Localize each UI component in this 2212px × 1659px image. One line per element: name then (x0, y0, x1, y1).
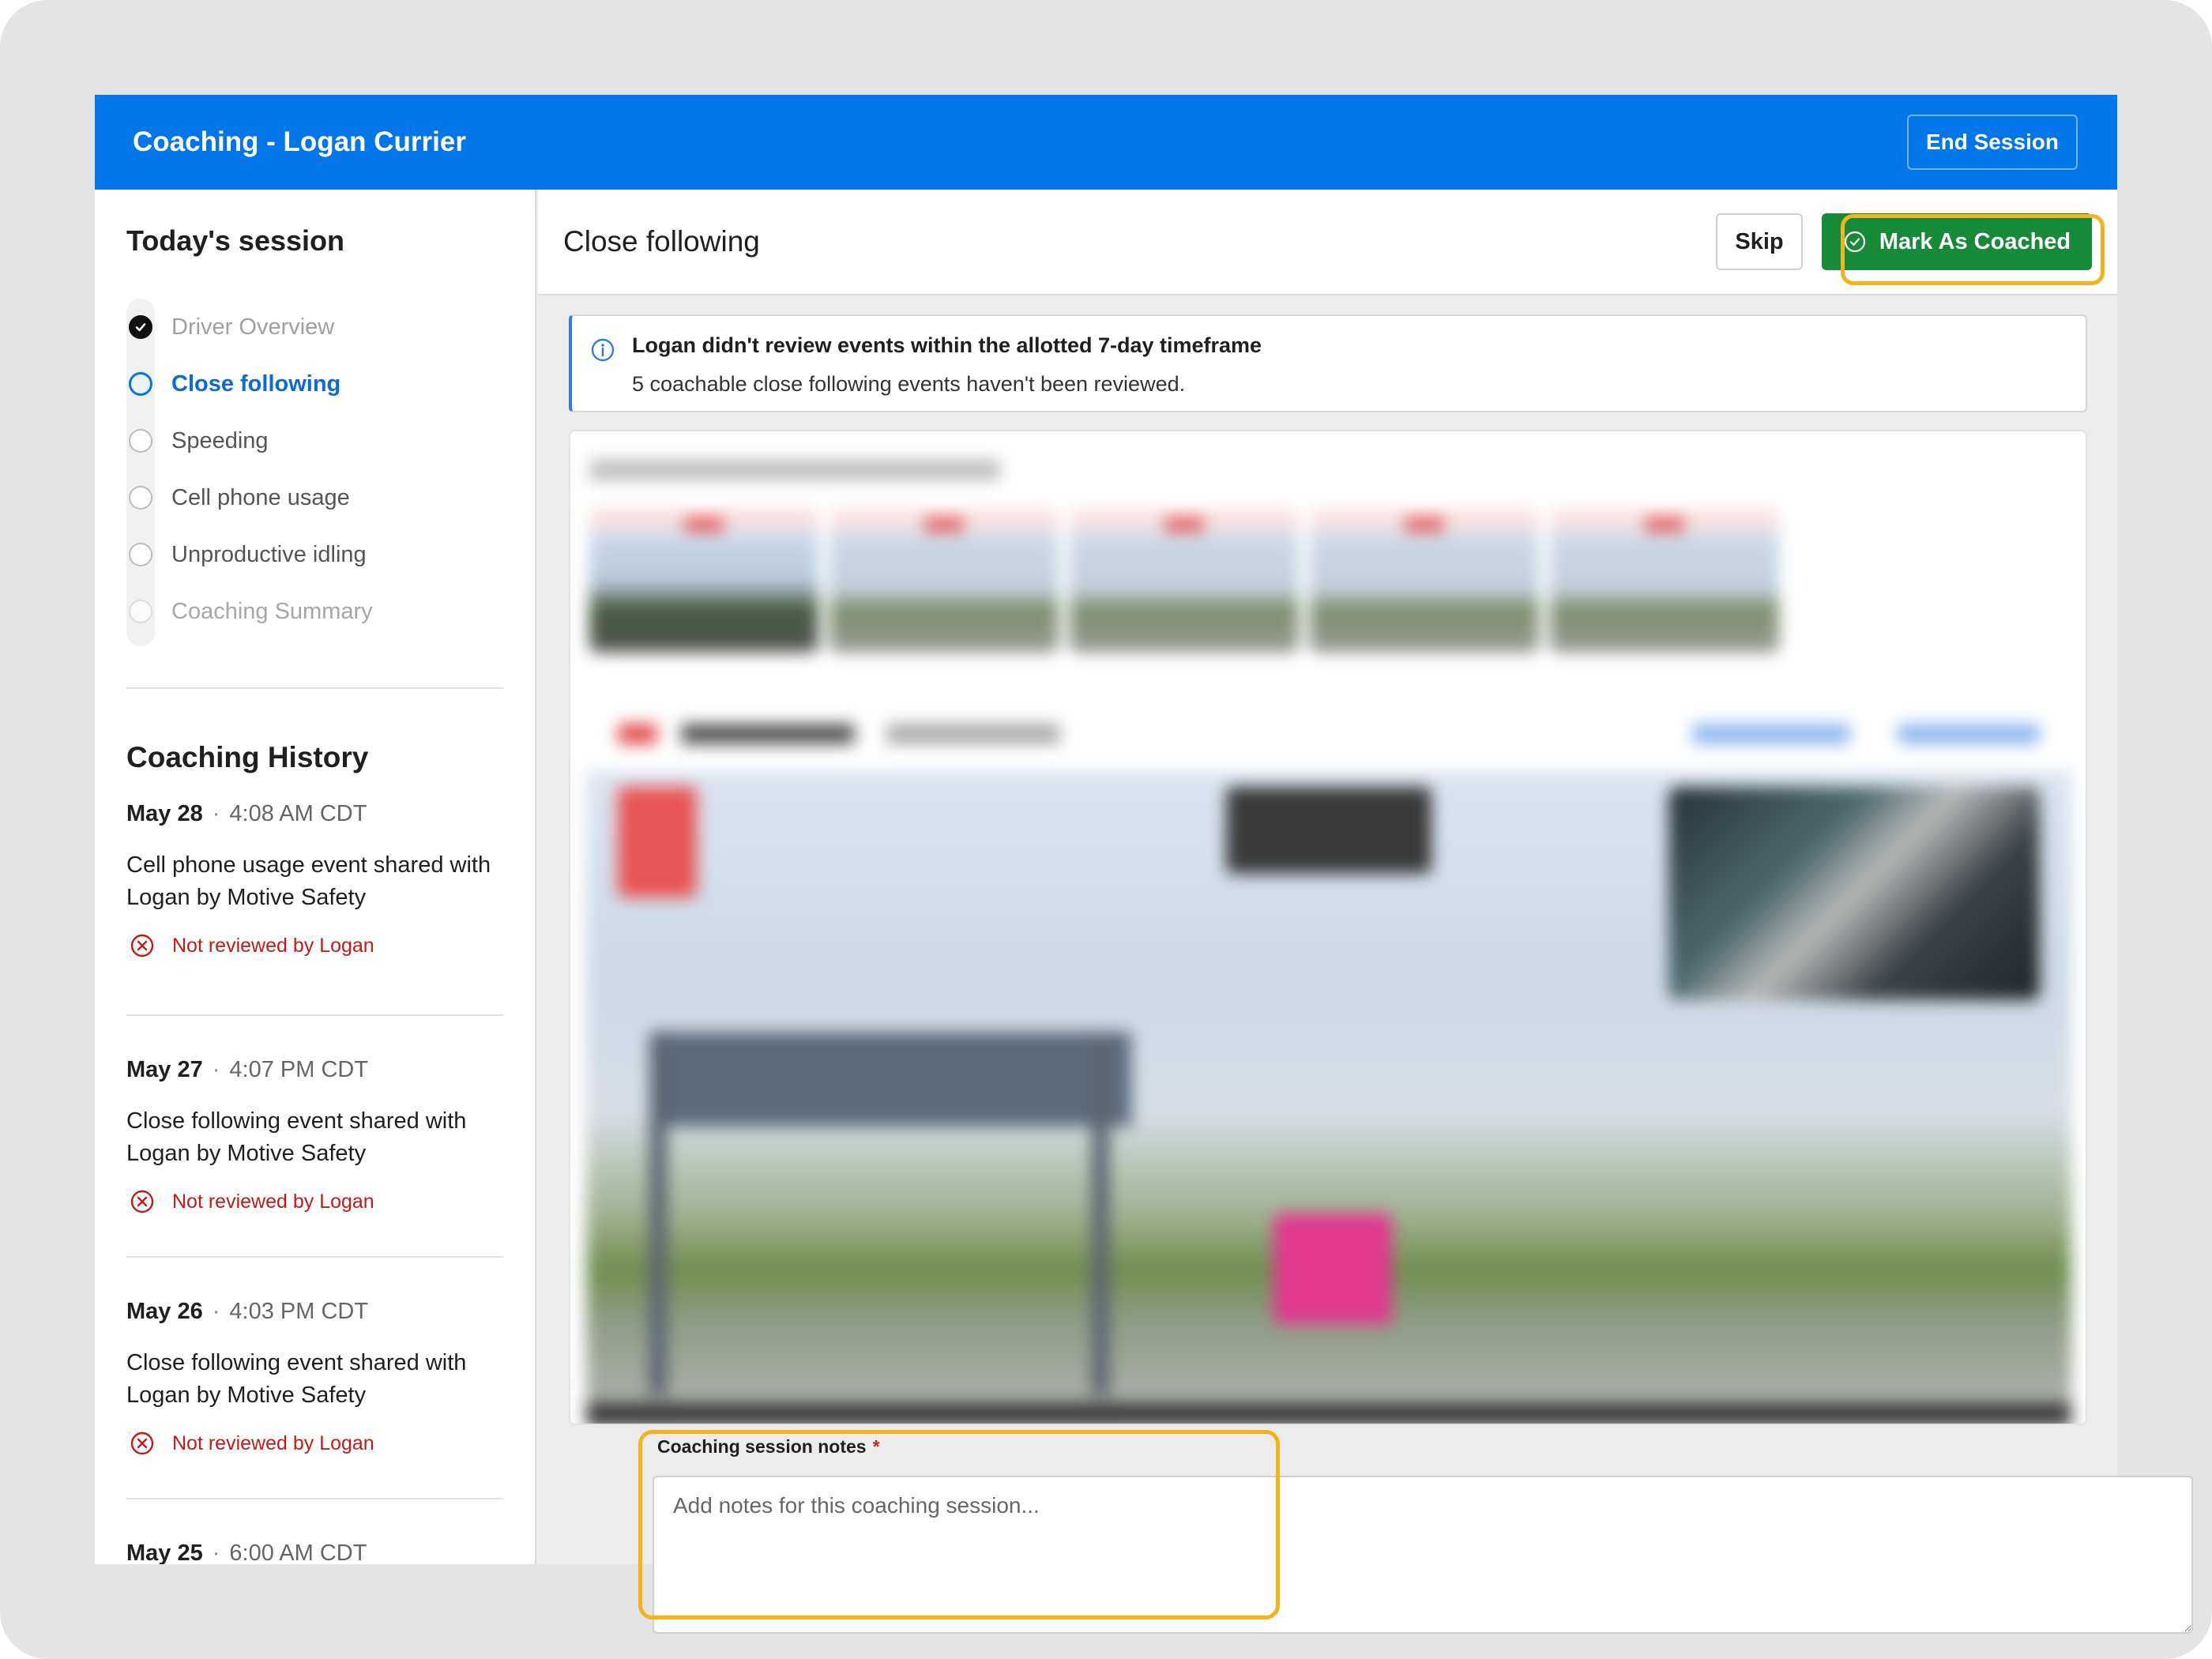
step-unproductive-idling[interactable]: Unproductive idling (126, 526, 503, 583)
review-status: Not reviewed by Logan (126, 1189, 503, 1214)
x-circle-icon (130, 1190, 154, 1213)
history-description: Close following event shared with Logan … (126, 1108, 467, 1166)
video-pole (649, 1032, 667, 1395)
pending-step-icon (129, 543, 152, 566)
step-label: Close following (171, 371, 341, 397)
event-video[interactable] (586, 771, 2071, 1424)
step-close-following[interactable]: Close following (126, 356, 503, 412)
step-label: Coaching Summary (171, 598, 373, 624)
event-thumbnail[interactable] (589, 510, 818, 653)
x-circle-icon (130, 1431, 154, 1455)
history-date: May 25 · 6:00 AM CDT (126, 1540, 367, 1564)
alert-title: Logan didn't review events within the al… (632, 333, 1262, 357)
pending-step-icon (129, 600, 152, 623)
highlight-outline (1841, 214, 2105, 285)
history-time: 6:00 AM CDT (229, 1540, 367, 1564)
event-location (886, 724, 1060, 744)
history-item: May 28 · 4:08 AM CDT Cell phone usage even… (126, 774, 503, 1016)
step-driver-overview[interactable]: Driver Overview (126, 299, 503, 356)
event-link[interactable] (1692, 724, 1850, 744)
step-label: Speeding (171, 427, 269, 453)
review-status-label: Not reviewed by Logan (172, 934, 374, 957)
info-alert: Logan didn't review events within the al… (569, 314, 2087, 412)
history-date: May 28 · 4:08 AM CDT (126, 801, 367, 826)
event-time (681, 724, 855, 744)
history-day: May 28 (126, 801, 203, 826)
pending-step-icon (129, 429, 152, 453)
history-description: Close following event shared with Logan … (126, 1350, 467, 1408)
event-thumbnail[interactable] (1310, 510, 1539, 653)
history-time: 4:03 PM CDT (229, 1299, 369, 1324)
event-review-card (569, 430, 2087, 1425)
coaching-app: Coaching - Logan Currier End Session Tod… (95, 95, 2193, 1634)
history-heading: Coaching History (126, 741, 369, 773)
driver-cam (1668, 787, 2040, 1000)
video-vehicle (1273, 1213, 1392, 1324)
step-label: Cell phone usage (171, 484, 350, 510)
history-time: 4:08 AM CDT (229, 801, 367, 826)
video-pole (1092, 1032, 1109, 1395)
history-item: May 26 · 4:03 PM CDT Close following event… (126, 1258, 503, 1499)
history-item: May 25 · 6:00 AM CDT (126, 1499, 503, 1564)
history-day: May 26 (126, 1299, 203, 1324)
video-road (586, 1403, 2071, 1424)
step-label: Unproductive idling (171, 541, 367, 567)
blurred-event-content (570, 431, 2086, 1424)
event-list-title (589, 460, 1000, 480)
event-tag (618, 724, 657, 744)
check-icon (129, 315, 152, 339)
video-sign (657, 1032, 1131, 1127)
alert-body: 5 coachable close following events haven… (632, 372, 1186, 396)
review-status-label: Not reviewed by Logan (172, 1431, 374, 1454)
event-thumbnail[interactable] (830, 510, 1059, 653)
pending-step-icon (129, 486, 152, 510)
screenshot-frame: Coaching - Logan Currier End Session Tod… (0, 0, 2212, 1659)
app-header: Coaching - Logan Currier End Session (95, 95, 2117, 190)
video-stat-overlay (1226, 787, 1431, 874)
step-cell-phone-usage[interactable]: Cell phone usage (126, 469, 503, 526)
step-coaching-summary[interactable]: Coaching Summary (126, 583, 503, 640)
step-speeding[interactable]: Speeding (126, 412, 503, 469)
sidebar: Today's session Driver Overview Close fo… (95, 190, 536, 1564)
active-step-icon (129, 372, 152, 396)
skip-button[interactable]: Skip (1716, 213, 1803, 270)
video-badge (618, 787, 697, 897)
history-date: May 26 · 4:03 PM CDT (126, 1299, 369, 1324)
history-date: May 27 · 4:07 PM CDT (126, 1057, 369, 1082)
review-status: Not reviewed by Logan (126, 1431, 503, 1456)
event-link[interactable] (1898, 724, 2040, 744)
highlight-outline (638, 1430, 1280, 1620)
event-thumbnail[interactable] (1550, 510, 1779, 653)
session-heading: Today's session (126, 224, 344, 257)
info-icon (591, 338, 615, 362)
section-title: Close following (563, 225, 760, 258)
page-title: Coaching - Logan Currier (133, 126, 466, 157)
event-thumbnail[interactable] (1070, 510, 1299, 653)
history-time: 4:07 PM CDT (229, 1057, 369, 1082)
history-day: May 25 (126, 1540, 203, 1564)
session-steps: Driver Overview Close following Speeding… (126, 299, 503, 646)
step-label: Driver Overview (171, 314, 335, 340)
history-description: Cell phone usage event shared with Logan… (126, 852, 491, 910)
history-item: May 27 · 4:07 PM CDT Close following event… (126, 1016, 503, 1258)
end-session-button[interactable]: End Session (1907, 115, 2078, 170)
x-circle-icon (130, 934, 154, 957)
review-status-label: Not reviewed by Logan (172, 1190, 374, 1213)
history-day: May 27 (126, 1057, 203, 1082)
review-status: Not reviewed by Logan (126, 933, 503, 958)
sidebar-divider (126, 687, 503, 689)
